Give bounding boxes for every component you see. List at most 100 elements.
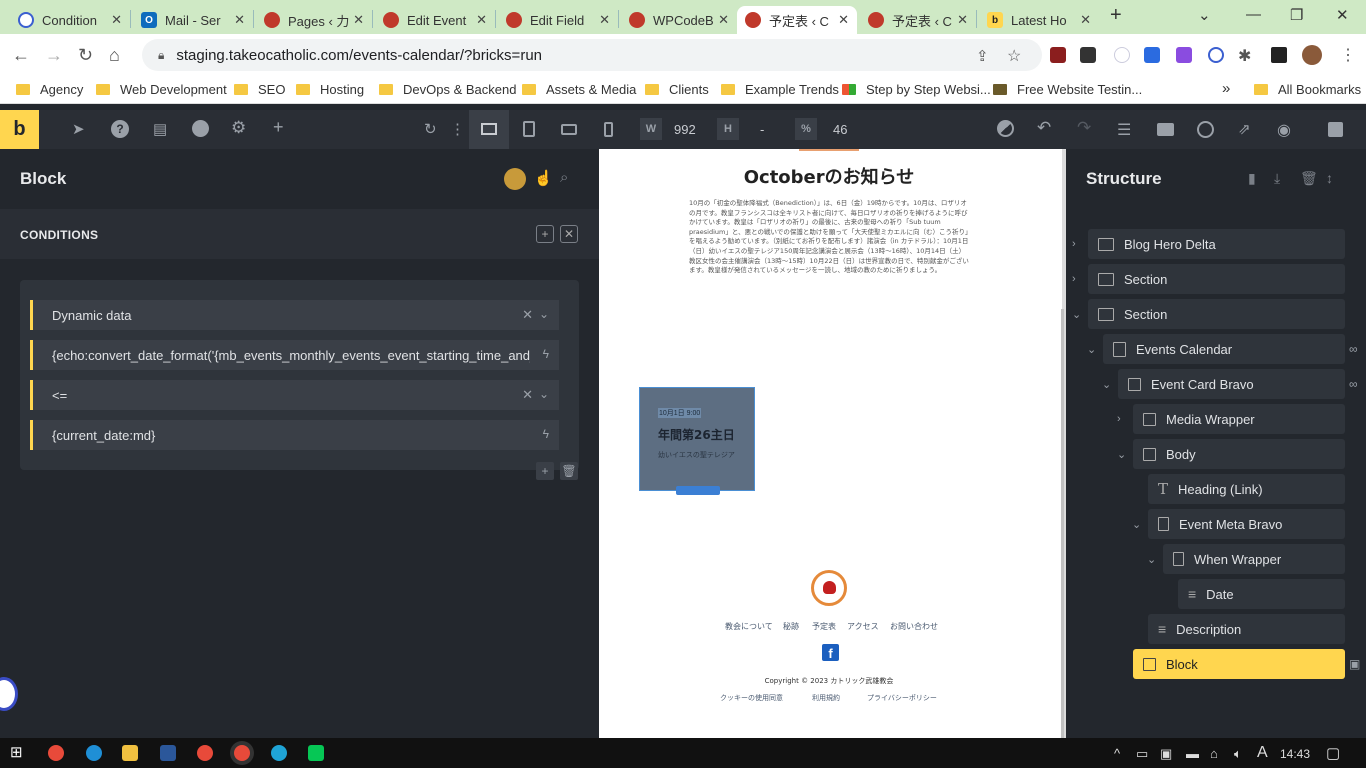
tray-overflow-icon[interactable]: ^ bbox=[1114, 746, 1120, 761]
close-icon[interactable]: ✕ bbox=[353, 12, 364, 28]
close-conditions-button[interactable]: ✕ bbox=[560, 225, 578, 243]
extension-icon[interactable] bbox=[1144, 47, 1160, 63]
ublock-extension-icon[interactable] bbox=[1050, 47, 1066, 63]
download-icon[interactable]: ⤓ bbox=[1274, 170, 1280, 187]
search-icon[interactable]: ⌕ bbox=[560, 169, 580, 189]
structure-item-heading-link[interactable]: T Heading (Link) bbox=[1148, 474, 1345, 504]
footer-nav-link[interactable]: 教会について bbox=[725, 621, 773, 632]
bookmarks-more-button[interactable]: » bbox=[1222, 80, 1230, 97]
add-condition-row-button[interactable]: + bbox=[536, 462, 554, 480]
redo-icon[interactable]: ↷ bbox=[1077, 118, 1091, 138]
side-panel-icon[interactable] bbox=[1271, 47, 1287, 63]
reload-icon[interactable]: ↻ bbox=[78, 45, 93, 66]
refresh-icon[interactable]: ↻ bbox=[424, 120, 437, 138]
condition-operator-select[interactable]: <= ✕ ⌄ bbox=[30, 380, 559, 410]
undo-icon[interactable]: ↶ bbox=[1037, 118, 1051, 138]
menu-kebab-icon[interactable]: ⋮ bbox=[1340, 45, 1356, 65]
chevron-down-icon[interactable]: ⌄ bbox=[1102, 378, 1111, 391]
settings-gear-icon[interactable]: ⚙ bbox=[231, 118, 246, 138]
condition-key-select[interactable]: Dynamic data ✕ ⌄ bbox=[30, 300, 559, 330]
interactions-icon[interactable]: ☝ bbox=[534, 169, 554, 189]
bookmark-item[interactable]: Agency bbox=[16, 82, 83, 97]
mobile-landscape-icon[interactable] bbox=[561, 124, 577, 135]
network-icon[interactable]: ⌂ bbox=[1210, 746, 1218, 761]
structure-item-body[interactable]: Body bbox=[1133, 439, 1345, 469]
structure-item-media-wrapper[interactable]: Media Wrapper bbox=[1133, 404, 1345, 434]
help-icon[interactable]: ? bbox=[111, 120, 129, 138]
chevron-down-icon[interactable]: ⌄ bbox=[1087, 343, 1096, 356]
more-vertical-icon[interactable]: ⋮ bbox=[450, 120, 465, 138]
element-toolbar[interactable] bbox=[676, 486, 720, 495]
structure-item-section[interactable]: Section bbox=[1088, 299, 1345, 329]
browser-tab[interactable]: b Latest Ho ✕ bbox=[979, 6, 1099, 34]
chevron-down-icon[interactable]: ⌄ bbox=[1147, 553, 1156, 566]
mobile-portrait-icon[interactable] bbox=[604, 122, 613, 137]
canvas-scrollbar[interactable] bbox=[1061, 309, 1064, 738]
footer-link[interactable]: 利用規約 bbox=[812, 693, 840, 703]
delete-condition-button[interactable]: 🗑︎ bbox=[560, 462, 578, 480]
cursor-icon[interactable]: ➤ bbox=[72, 120, 85, 138]
footer-nav-link[interactable]: 予定表 bbox=[812, 621, 836, 632]
event-card[interactable]: 10月1日 9:00 年間第26主日 幼いイエスの聖テレジア bbox=[639, 387, 755, 495]
meet-now-icon[interactable]: ▭ bbox=[1136, 746, 1148, 762]
close-icon[interactable]: ✕ bbox=[234, 12, 245, 28]
close-icon[interactable]: ✕ bbox=[718, 12, 729, 28]
theme-styles-icon[interactable] bbox=[997, 120, 1014, 137]
clear-icon[interactable]: ✕ bbox=[522, 387, 533, 403]
file-explorer-icon[interactable] bbox=[122, 745, 138, 761]
builder-canvas[interactable]: Octoberのお知らせ 10月の「初金の聖体降福式（Benediction）」… bbox=[599, 149, 1066, 738]
bookmark-item[interactable]: Step by Step Websi... bbox=[842, 82, 991, 97]
condition-value-input[interactable]: {current_date:md} ϟ bbox=[30, 420, 559, 450]
bookmark-item[interactable]: Clients bbox=[645, 82, 709, 97]
extension-icon[interactable] bbox=[1080, 47, 1096, 63]
event-heading[interactable]: 年間第26主日 bbox=[658, 426, 735, 443]
structure-list-icon[interactable]: ☰ bbox=[1117, 120, 1131, 140]
close-icon[interactable]: ✕ bbox=[599, 12, 610, 28]
extension-icon[interactable] bbox=[1208, 47, 1224, 63]
display-icon[interactable]: ▣ bbox=[1160, 746, 1172, 762]
chevron-down-icon[interactable]: ⌄ bbox=[539, 307, 549, 321]
bookmark-item[interactable]: Assets & Media bbox=[522, 82, 636, 97]
avatar[interactable] bbox=[1302, 45, 1322, 65]
facebook-icon[interactable]: f bbox=[822, 644, 839, 661]
collapse-icon[interactable]: ↕ bbox=[1326, 170, 1333, 186]
chevron-right-icon[interactable]: › bbox=[1117, 413, 1121, 425]
footer-nav-link[interactable]: アクセス bbox=[847, 621, 879, 632]
add-icon[interactable]: + bbox=[273, 117, 284, 138]
browser-tab[interactable]: O Mail - Ser ✕ bbox=[133, 6, 253, 34]
edge-dev-icon[interactable] bbox=[271, 745, 287, 761]
chevron-down-icon[interactable]: ⌄ bbox=[1072, 308, 1081, 321]
footer-nav-link[interactable]: 秘跡 bbox=[783, 621, 799, 632]
bookmark-star-icon[interactable]: ☆ bbox=[1007, 46, 1021, 66]
minimize-icon[interactable]: — bbox=[1246, 6, 1261, 23]
footer-link[interactable]: クッキーの使用同意 bbox=[720, 693, 783, 703]
bookmark-item[interactable]: DevOps & Backend bbox=[379, 82, 516, 97]
bookmark-item[interactable]: SEO bbox=[234, 82, 285, 97]
footer-nav-link[interactable]: お問い合わせ bbox=[890, 621, 938, 632]
structure-item-description[interactable]: ≡ Description bbox=[1148, 614, 1345, 644]
wordpress-icon[interactable] bbox=[1197, 121, 1214, 138]
browser-tab[interactable]: Edit Field ✕ bbox=[498, 6, 618, 34]
chevron-down-icon[interactable]: ⌄ bbox=[1117, 448, 1126, 461]
browser-tab[interactable]: WPCodeB ✕ bbox=[621, 6, 737, 34]
structure-item-section[interactable]: Section bbox=[1088, 264, 1345, 294]
clipboard-icon[interactable]: ▮ bbox=[1248, 170, 1256, 187]
dynamic-data-bolt-icon[interactable]: ϟ bbox=[543, 347, 549, 361]
clock[interactable]: 14:43 bbox=[1280, 747, 1310, 761]
home-icon[interactable]: ⌂ bbox=[109, 45, 120, 66]
conditions-toggle-icon[interactable] bbox=[504, 168, 526, 190]
zoom-input[interactable]: 46 bbox=[833, 118, 847, 140]
close-icon[interactable]: ✕ bbox=[111, 12, 122, 28]
edge-icon[interactable] bbox=[86, 745, 102, 761]
close-icon[interactable]: ✕ bbox=[838, 12, 849, 28]
all-bookmarks-button[interactable]: All Bookmarks bbox=[1254, 82, 1361, 97]
browser-tab[interactable]: Edit Event ✕ bbox=[375, 6, 495, 34]
notification-icon[interactable]: ▢ bbox=[1326, 744, 1340, 762]
browser-tab-active[interactable]: 予定表 ‹ C ✕ bbox=[737, 6, 857, 34]
window-close-icon[interactable]: ✕ bbox=[1336, 6, 1349, 24]
bricks-logo[interactable]: b bbox=[0, 110, 39, 149]
pages-icon[interactable]: ▤ bbox=[153, 120, 167, 138]
restore-icon[interactable]: ❐ bbox=[1290, 6, 1303, 24]
chevron-down-icon[interactable]: ⌄ bbox=[1132, 518, 1141, 531]
word-icon[interactable] bbox=[160, 745, 176, 761]
